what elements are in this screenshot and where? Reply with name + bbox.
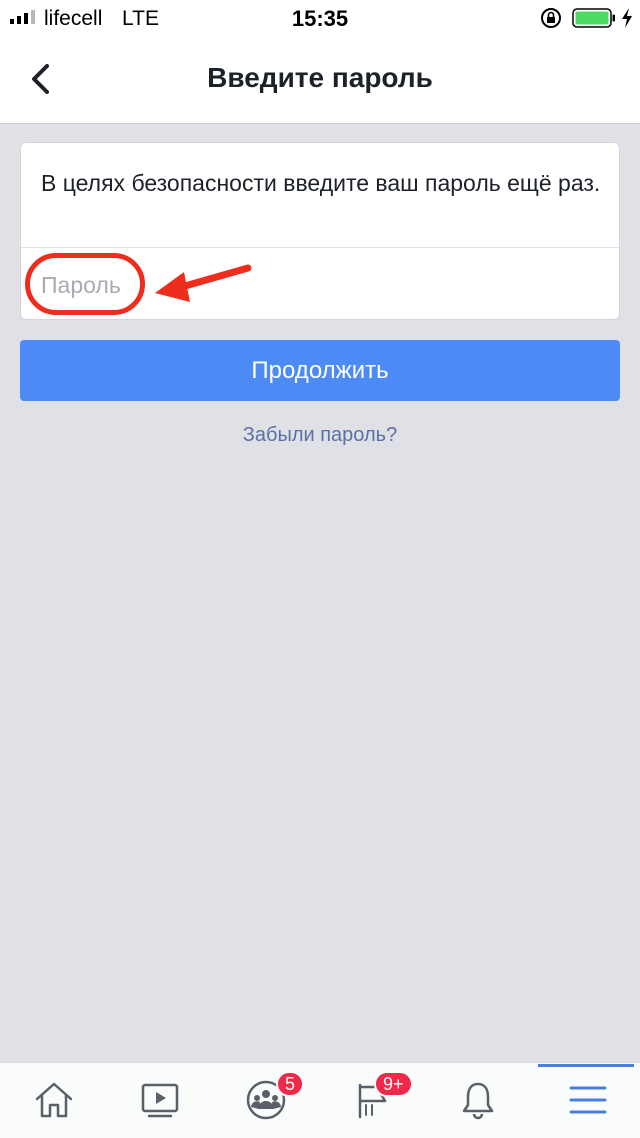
rotation-lock-icon (541, 8, 561, 28)
home-icon (35, 1082, 73, 1118)
tab-notifications[interactable] (424, 1063, 530, 1138)
video-icon (141, 1083, 179, 1118)
bottom-tab-bar: 5 9+ (0, 1062, 640, 1138)
annotation-circle (25, 253, 145, 315)
annotation-arrow-icon (155, 264, 252, 302)
tab-pages[interactable]: 9+ (318, 1063, 424, 1138)
continue-button[interactable]: Продолжить (20, 340, 620, 401)
menu-icon (569, 1086, 607, 1114)
battery-icon (572, 8, 615, 28)
navigation-bar: Введите пароль (0, 36, 640, 124)
bell-icon (462, 1082, 494, 1120)
security-message: В целях безопасности введите ваш пароль … (41, 170, 601, 196)
status-bar: lifecell LTE 15:35 (0, 0, 640, 36)
forgot-password-link[interactable]: Забыли пароль? (0, 424, 640, 447)
tab-video[interactable] (106, 1063, 212, 1138)
page-title: Введите пароль (207, 62, 433, 93)
tab-groups[interactable]: 5 (212, 1063, 318, 1138)
pages-badge: 9+ (374, 1071, 413, 1097)
tab-home[interactable] (0, 1063, 106, 1138)
groups-badge: 5 (276, 1071, 305, 1097)
charging-bolt-icon (622, 8, 632, 28)
password-screen: lifecell LTE 15:35 Введите пароль В целя… (0, 0, 640, 1138)
card-divider (21, 247, 619, 248)
tab-menu[interactable] (534, 1063, 640, 1138)
